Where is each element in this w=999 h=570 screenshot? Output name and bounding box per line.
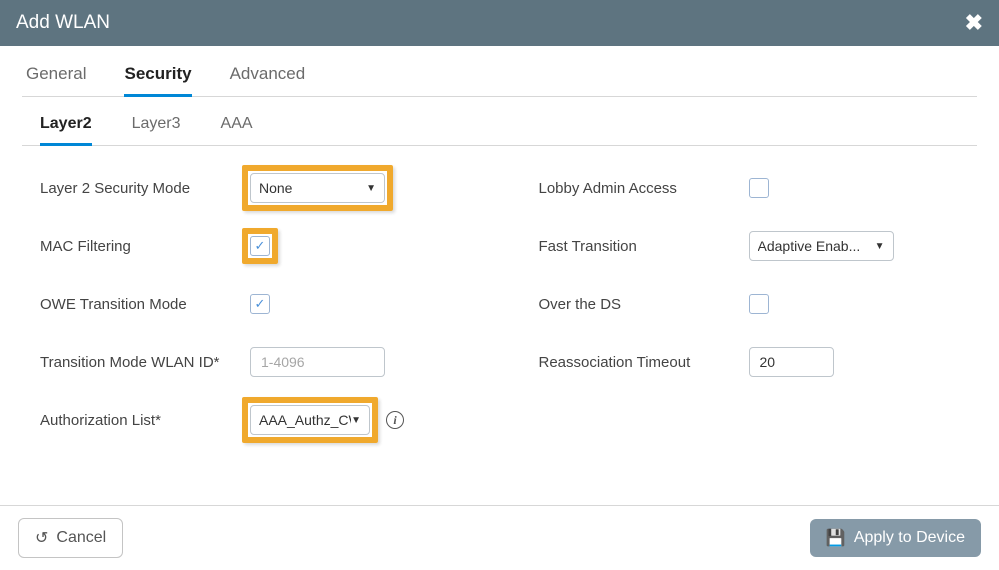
cancel-button[interactable]: ↺ Cancel xyxy=(18,518,123,558)
label-l2-security-mode: Layer 2 Security Mode xyxy=(40,180,250,197)
add-wlan-modal: Add WLAN ✖ General Security Advanced Lay… xyxy=(0,0,999,570)
label-mac-filtering: MAC Filtering xyxy=(40,238,250,255)
caret-down-icon: ▼ xyxy=(351,415,361,426)
row-l2-security-mode: Layer 2 Security Mode None ▼ xyxy=(40,172,479,204)
apply-to-device-button[interactable]: 💾 Apply to Device xyxy=(810,519,981,557)
close-icon[interactable]: ✖ xyxy=(965,10,983,36)
select-l2-security-mode[interactable]: None ▼ xyxy=(250,173,385,203)
label-transition-wlan-id: Transition Mode WLAN ID* xyxy=(40,354,250,371)
info-icon[interactable]: i xyxy=(386,411,404,429)
select-fast-transition[interactable]: Adaptive Enab... ▼ xyxy=(749,231,894,261)
row-over-the-ds: Over the DS xyxy=(539,288,978,320)
row-transition-wlan-id: Transition Mode WLAN ID* xyxy=(40,346,479,378)
apply-button-label: Apply to Device xyxy=(854,529,965,547)
undo-icon: ↺ xyxy=(35,528,48,548)
tab-security[interactable]: Security xyxy=(124,56,191,97)
left-column: Layer 2 Security Mode None ▼ MAC Filteri… xyxy=(40,172,479,462)
label-lobby-admin-access: Lobby Admin Access xyxy=(539,180,749,197)
checkbox-mac-filtering[interactable]: ✓ xyxy=(250,236,270,256)
subtab-layer2[interactable]: Layer2 xyxy=(40,107,92,146)
row-reassociation-timeout: Reassociation Timeout xyxy=(539,346,978,378)
save-icon: 💾 xyxy=(826,528,846,548)
form-columns: Layer 2 Security Mode None ▼ MAC Filteri… xyxy=(22,172,977,462)
modal-footer: ↺ Cancel 💾 Apply to Device xyxy=(0,505,999,570)
modal-body: General Security Advanced Layer2 Layer3 … xyxy=(0,46,999,505)
check-icon: ✓ xyxy=(255,238,266,254)
modal-title: Add WLAN xyxy=(16,12,110,34)
tab-general[interactable]: General xyxy=(26,56,86,97)
select-l2-security-mode-value: None xyxy=(259,180,292,196)
right-column: Lobby Admin Access Fast Transition Adapt… xyxy=(539,172,978,462)
modal-header: Add WLAN ✖ xyxy=(0,0,999,46)
caret-down-icon: ▼ xyxy=(875,241,885,252)
label-over-the-ds: Over the DS xyxy=(539,296,749,313)
row-owe-transition: OWE Transition Mode ✓ xyxy=(40,288,479,320)
label-owe-transition: OWE Transition Mode xyxy=(40,296,250,313)
subtab-aaa[interactable]: AAA xyxy=(221,107,253,146)
checkbox-lobby-admin-access[interactable] xyxy=(749,178,769,198)
caret-down-icon: ▼ xyxy=(366,183,376,194)
tab-advanced[interactable]: Advanced xyxy=(230,56,306,97)
select-fast-transition-value: Adaptive Enab... xyxy=(758,238,861,254)
row-authorization-list: Authorization List* AAA_Authz_CW... ▼ i xyxy=(40,404,479,436)
row-mac-filtering: MAC Filtering ✓ xyxy=(40,230,479,262)
label-fast-transition: Fast Transition xyxy=(539,238,749,255)
input-reassociation-timeout[interactable] xyxy=(749,347,834,377)
security-subtabs: Layer2 Layer3 AAA xyxy=(22,107,977,146)
subtab-layer3[interactable]: Layer3 xyxy=(132,107,181,146)
row-lobby-admin-access: Lobby Admin Access xyxy=(539,172,978,204)
label-authorization-list: Authorization List* xyxy=(40,412,250,429)
label-reassociation-timeout: Reassociation Timeout xyxy=(539,354,749,371)
check-icon: ✓ xyxy=(255,296,266,312)
checkbox-over-the-ds[interactable] xyxy=(749,294,769,314)
row-fast-transition: Fast Transition Adaptive Enab... ▼ xyxy=(539,230,978,262)
input-transition-wlan-id[interactable] xyxy=(250,347,385,377)
main-tabs: General Security Advanced xyxy=(22,56,977,97)
select-authorization-list-value: AAA_Authz_CW... xyxy=(259,412,351,428)
cancel-button-label: Cancel xyxy=(56,529,106,547)
select-authorization-list[interactable]: AAA_Authz_CW... ▼ xyxy=(250,405,370,435)
checkbox-owe-transition[interactable]: ✓ xyxy=(250,294,270,314)
